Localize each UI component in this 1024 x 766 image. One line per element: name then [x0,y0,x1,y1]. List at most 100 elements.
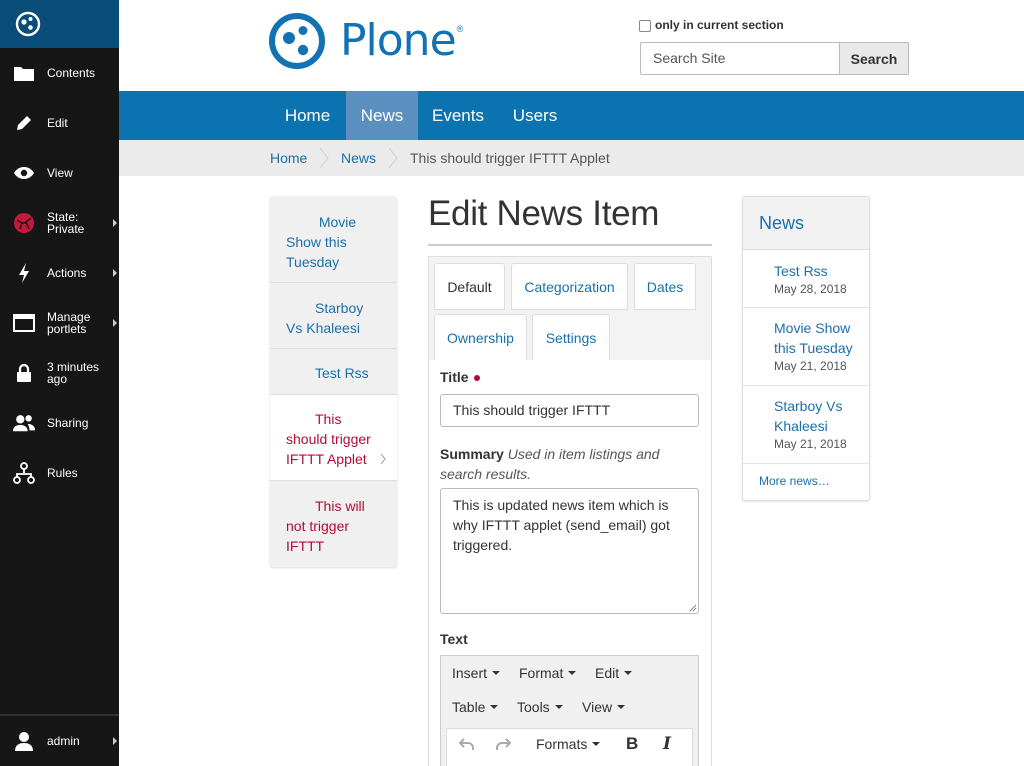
nav-portlet-line: should trigger [286,431,371,447]
search-current-section[interactable]: only in current section [639,18,784,32]
more-news-link[interactable]: More news… [759,474,830,488]
undo-icon[interactable] [459,737,475,751]
menu-edit[interactable]: Edit [595,665,633,681]
menu-insert[interactable]: Insert [452,665,501,681]
summary-help-text: Used in item listings and [507,446,660,462]
toolbar-label: State: Private [47,210,85,236]
breadcrumb-home[interactable]: Home [270,140,307,176]
caret-down-icon [554,705,563,709]
caret-down-icon [492,671,501,675]
bolt-icon [12,261,36,285]
toolbar-manage-portlets[interactable]: Manage portlets [0,298,119,348]
news-item[interactable]: Test Rss May 28, 2018 [743,250,869,308]
nav-portlet-item[interactable]: This will not trigger IFTTT [270,481,397,567]
menu-label: Insert [452,665,488,681]
required-indicator-icon [473,375,480,382]
pencil-icon [12,111,36,135]
nav-events[interactable]: Events [418,91,498,140]
tab-ownership[interactable]: Ownership [434,314,527,361]
tab-categorization[interactable]: Categorization [511,263,628,310]
state-icon [12,211,36,235]
nav-portlet-item-current[interactable]: This should trigger IFTTT Applet [270,395,397,481]
redo-icon[interactable] [495,737,511,751]
title-divider [428,244,712,246]
plone-toolbar-logo[interactable] [0,0,119,48]
user-name: admin [47,734,80,748]
chevron-right-icon [380,453,386,465]
nav-home[interactable]: Home [270,91,345,140]
users-icon [12,411,36,435]
submenu-arrow-icon [113,737,117,745]
section-checkbox[interactable] [639,20,651,32]
search-button[interactable]: Search [839,42,909,75]
breadcrumb-separator-icon [388,147,398,169]
caret-down-icon [592,742,601,746]
nav-portlet-item[interactable]: Starboy Vs Khaleesi [270,283,397,349]
toolbar-lock[interactable]: 3 minutes ago [0,348,119,398]
eye-icon [12,161,36,185]
resize-handle-icon[interactable] [689,604,697,612]
title-input[interactable]: This should trigger IFTTT [440,394,699,427]
nav-portlet-line: IFTTT [286,538,325,554]
nav-portlet-line: IFTTT Applet [286,451,367,467]
section-checkbox-label: only in current section [655,18,784,32]
breadcrumb-news[interactable]: News [341,140,376,176]
portal-logo[interactable]: Plone ® [268,12,463,70]
menu-tools[interactable]: Tools [517,699,563,715]
toolbar-user[interactable]: admin [0,714,119,766]
plone-logo-icon [15,11,41,37]
lock-icon [12,361,36,385]
breadcrumb-separator-icon [319,147,329,169]
toolbar-actions[interactable]: Actions [0,248,119,298]
nav-users[interactable]: Users [498,91,572,140]
text-field-label: Text [440,631,468,647]
registered-mark: ® [456,24,464,34]
toolbar-sharing[interactable]: Sharing [0,398,119,448]
nav-portlet-line: Movie [318,214,357,230]
news-item-title: Starboy Vs [774,398,843,414]
menu-label: Format [519,665,564,681]
news-item-title: this Tuesday [774,340,853,356]
toolbar-rules[interactable]: Rules [0,448,119,498]
global-navigation: Home News Events Users [119,91,1024,140]
caret-down-icon [617,705,626,709]
portlets-icon [12,311,36,335]
breadcrumb: Home News This should trigger IFTTT Appl… [119,140,1024,176]
toolbar-contents[interactable]: Contents [0,48,119,98]
italic-button[interactable]: I [663,734,671,754]
nav-portlet-item[interactable]: Test Rss [270,349,397,395]
toolbar-label: 3 minutes ago [47,360,100,386]
nav-portlet-line: Test Rss [315,365,369,381]
menu-label: Formats [536,736,588,752]
title-field-label: Title [440,369,480,385]
nav-news[interactable]: News [346,91,418,140]
toolbar-view[interactable]: View [0,148,119,198]
menu-table[interactable]: Table [452,699,499,715]
news-item[interactable]: Starboy Vs Khaleesi May 21, 2018 [743,386,869,464]
tab-default[interactable]: Default [434,263,505,310]
toolbar-edit[interactable]: Edit [0,98,119,148]
news-item[interactable]: Movie Show this Tuesday May 21, 2018 [743,308,869,386]
submenu-arrow-icon [113,319,117,327]
summary-textarea[interactable]: This is updated news item which is why I… [440,488,699,614]
news-portlet-title[interactable]: News [743,197,869,250]
search-input[interactable]: Search Site [640,42,840,75]
menu-label: Table [452,699,486,715]
summary-label-text: Summary [440,446,504,462]
toolbar-state[interactable]: State: Private [0,198,119,248]
formats-dropdown[interactable]: Formats [536,736,601,752]
logo-wordmark: Plone [340,15,457,66]
menu-label: View [582,699,613,715]
nav-portlet-item[interactable]: Movie Show this Tuesday [270,196,397,283]
news-item-title: Test Rss [774,263,828,279]
summary-line: triggered. [453,537,513,553]
tab-dates[interactable]: Dates [634,263,696,310]
nav-portlet-line: Tuesday [286,254,340,270]
menu-format[interactable]: Format [519,665,577,681]
menu-view[interactable]: View [582,699,626,715]
user-icon [12,729,36,753]
bold-button[interactable]: B [626,734,638,754]
tab-settings[interactable]: Settings [532,314,610,361]
folder-icon [12,61,36,85]
page-title: Edit News Item [428,194,660,233]
